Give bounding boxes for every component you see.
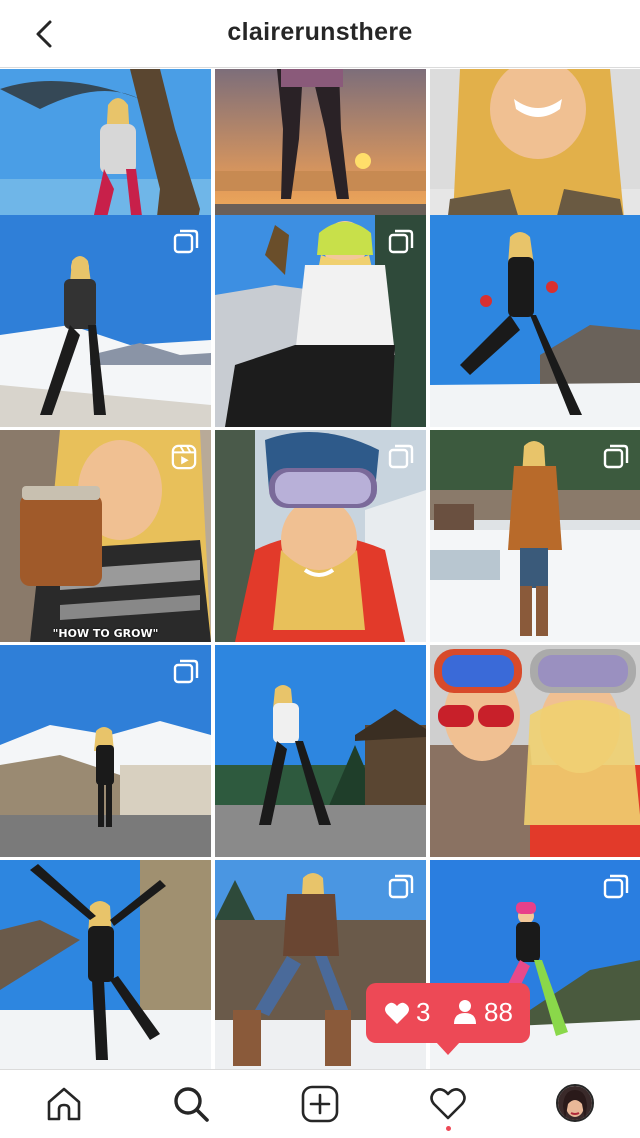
tab-activity[interactable] (428, 1084, 468, 1131)
post-image (215, 645, 426, 857)
bottom-tab-bar (0, 1069, 640, 1138)
post-image (0, 860, 211, 1072)
post-thumbnail[interactable] (430, 215, 640, 427)
avatar (556, 1084, 594, 1122)
multiple-photos-icon (388, 874, 414, 900)
tab-search[interactable] (171, 1084, 211, 1124)
post-caption-overlay: "HOW TO GROW" (52, 627, 159, 640)
multiple-photos-icon (388, 229, 414, 255)
heart-icon (430, 1088, 466, 1120)
multiple-photos-icon (603, 444, 629, 470)
heart-icon (385, 1002, 409, 1024)
post-thumbnail[interactable] (430, 430, 640, 642)
post-thumbnail[interactable] (0, 215, 211, 427)
post-image (430, 215, 640, 427)
multiple-photos-icon (603, 874, 629, 900)
new-likes-count: 3 (416, 997, 431, 1027)
tab-home[interactable] (44, 1084, 84, 1124)
multiple-photos-icon (173, 659, 199, 685)
post-thumbnail[interactable] (0, 860, 211, 1072)
grid-divider (211, 69, 215, 1068)
home-icon (47, 1087, 81, 1121)
post-image (430, 645, 640, 857)
search-icon (174, 1087, 209, 1122)
post-thumbnail[interactable] (430, 645, 640, 857)
grid-divider (426, 69, 430, 1068)
tab-new-post[interactable] (300, 1084, 340, 1124)
add-post-icon (301, 1085, 339, 1123)
post-thumbnail[interactable] (215, 645, 426, 857)
reel-icon (171, 444, 199, 472)
multiple-photos-icon (388, 444, 414, 470)
new-followers-count: 88 (484, 997, 513, 1027)
multiple-photos-icon (173, 229, 199, 255)
post-thumbnail[interactable]: "HOW TO GROW" (0, 430, 211, 642)
activity-notification-bubble[interactable]: 3 88 (366, 983, 530, 1055)
post-thumbnail[interactable] (0, 645, 211, 857)
person-icon (454, 1000, 476, 1024)
post-grid: "HOW TO GROW" (0, 69, 640, 1072)
tab-profile[interactable] (556, 1084, 596, 1124)
notification-dot (446, 1126, 451, 1131)
profile-username: clairerunsthere (227, 18, 413, 46)
profile-header: clairerunsthere (0, 0, 640, 68)
post-thumbnail[interactable] (215, 215, 426, 427)
post-thumbnail[interactable] (215, 430, 426, 642)
